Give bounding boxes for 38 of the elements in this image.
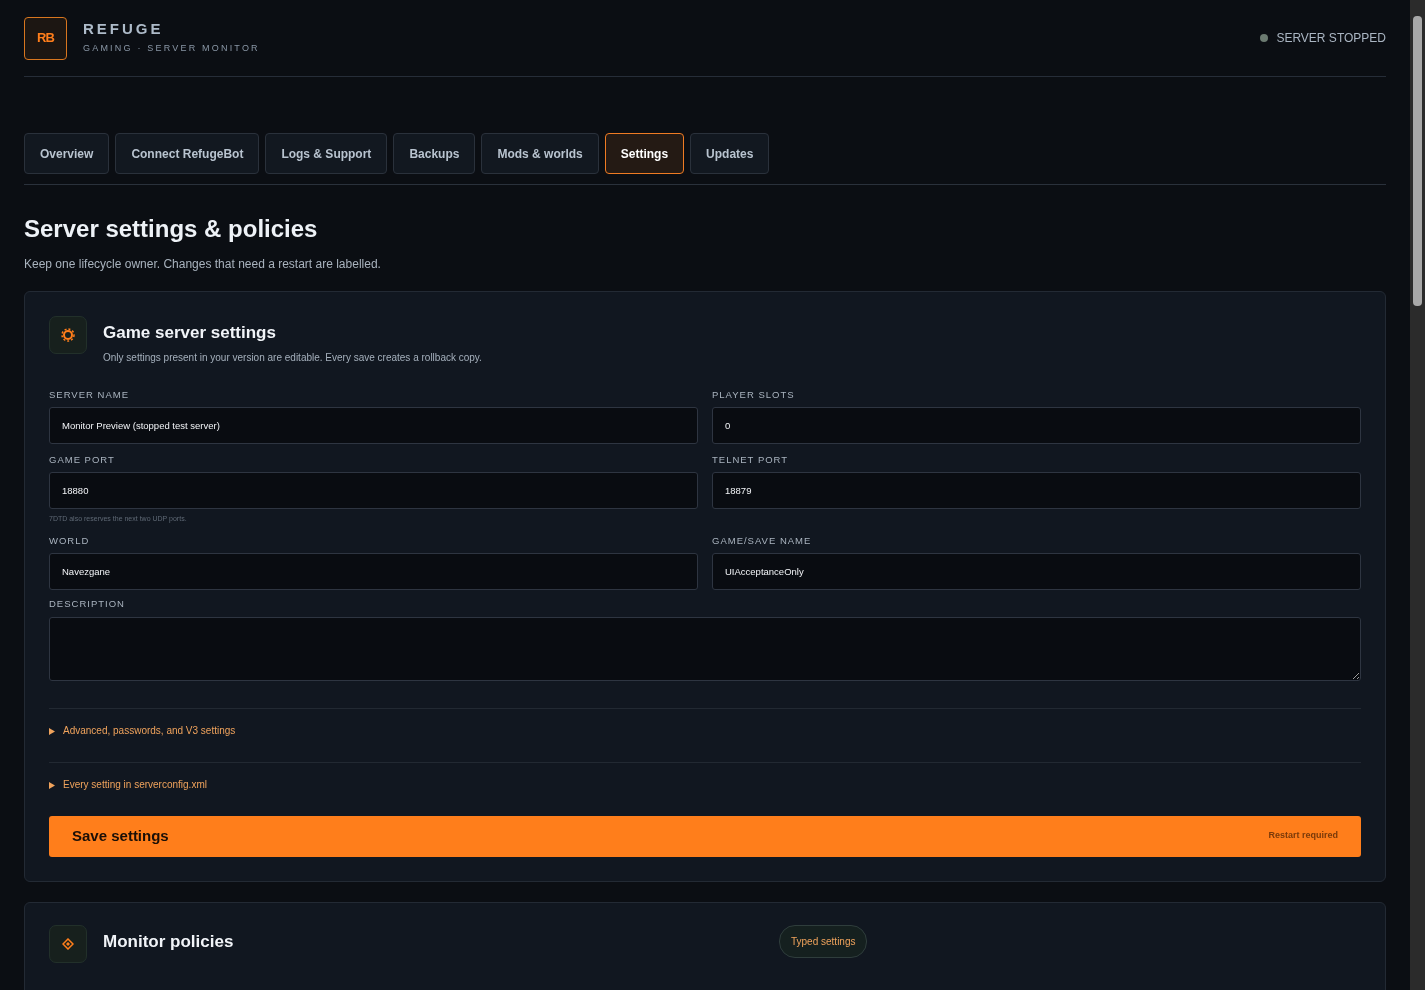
save-button[interactable]: Save settings Restart required <box>49 815 1361 857</box>
description-field[interactable] <box>49 616 1361 681</box>
caret-icon <box>49 781 55 789</box>
input-field[interactable]: 18879 <box>712 472 1361 510</box>
page-subtitle: Keep one lifecycle owner. Changes that need a restart are labelled. <box>24 256 382 273</box>
logo: RB <box>24 16 67 60</box>
card-title: Game server settings <box>103 322 277 344</box>
field-label: DESCRIPTION <box>49 598 126 610</box>
server-status: SERVER STOPPED <box>1276 30 1386 47</box>
field-label: PLAYER SLOTS <box>712 388 796 400</box>
disclosure-toggle[interactable]: Every setting in serverconfig.xml <box>49 780 207 791</box>
brand-subtitle: GAMING · SERVER MONITOR <box>83 41 260 55</box>
disclosure-toggle[interactable]: Advanced, passwords, and V3 settings <box>49 726 236 737</box>
input-field[interactable]: Monitor Preview (stopped test server) <box>49 406 698 444</box>
tab[interactable]: Connect RefugeBot <box>115 133 260 174</box>
card-title: Monitor policies <box>103 930 235 953</box>
tab[interactable]: Mods & worlds <box>481 133 599 174</box>
caret-icon <box>49 727 55 735</box>
tag: Typed settings <box>779 924 868 958</box>
gear-icon <box>49 316 87 354</box>
brand-title: REFUGE <box>83 21 165 38</box>
page-title: Server settings & policies <box>24 214 319 244</box>
field-label: TELNET PORT <box>712 453 790 466</box>
field-label: GAME PORT <box>49 453 116 466</box>
tab[interactable]: Backups <box>393 133 476 174</box>
field-label: GAME/SAVE NAME <box>712 534 813 547</box>
tab[interactable]: Logs & Support <box>265 133 388 174</box>
field-label: WORLD <box>49 534 91 547</box>
scrollbar[interactable] <box>1410 0 1425 990</box>
input-field[interactable]: Navezgane <box>49 553 698 591</box>
input-field[interactable]: UIAcceptanceOnly <box>712 553 1361 591</box>
field-label: SERVER NAME <box>49 388 130 400</box>
input-field[interactable]: 18880 <box>49 472 698 510</box>
tab[interactable]: Settings <box>604 133 685 174</box>
input-field[interactable]: 0 <box>712 406 1361 444</box>
tab[interactable]: Updates <box>690 133 770 174</box>
tab[interactable]: Overview <box>24 133 110 174</box>
card-subtitle: Only settings present in your version are editable. Every save creates a rollback copy. <box>103 350 482 365</box>
